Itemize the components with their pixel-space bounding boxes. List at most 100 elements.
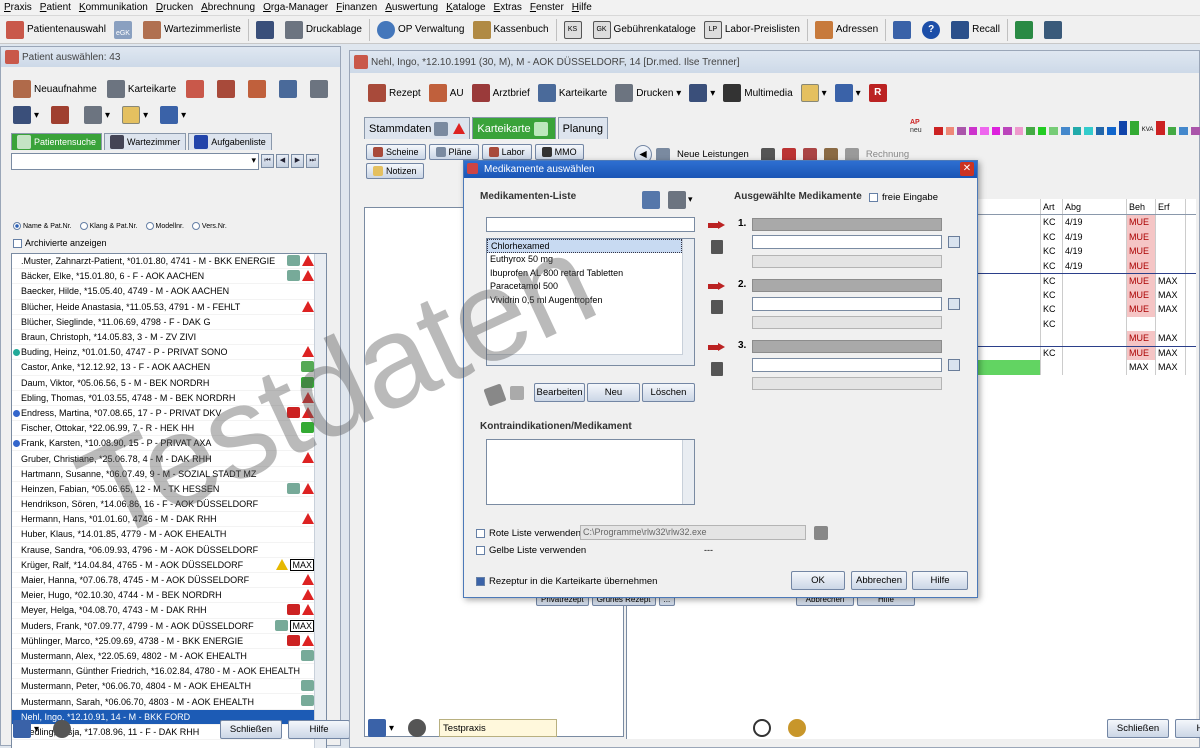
patient-row[interactable]: Castor, Anke, *12.12.92, 13 - F - AOK AA… (12, 360, 316, 376)
menu-item-11[interactable]: Hilfe (568, 2, 596, 13)
plaene-button[interactable]: Pläne (428, 144, 479, 160)
network-button[interactable] (889, 18, 918, 42)
adressen-button[interactable]: Adressen (811, 18, 882, 42)
slot-3-input[interactable] (752, 358, 942, 372)
patient-row[interactable]: Krüger, Ralf, *14.04.84, 4765 - M - AOK … (12, 558, 316, 573)
prev-page-button[interactable]: ◀ (276, 154, 289, 168)
help-button[interactable]: ? (918, 18, 947, 42)
export-dropdown[interactable]: ▾ (9, 717, 43, 741)
medication-list-scrollbar[interactable] (682, 239, 694, 365)
print-orange-button[interactable] (244, 77, 273, 101)
menu-item-6[interactable]: Finanzen (332, 2, 381, 13)
patient-person-button[interactable] (182, 77, 211, 101)
praxis-field[interactable]: Testpraxis (439, 719, 558, 737)
remove-slot-2-trash-icon[interactable] (711, 300, 723, 314)
edit-slot-3-icon[interactable] (948, 359, 960, 371)
patient-row[interactable]: Fischer, Ottokar, *22.06.99, 7 - R - HEK… (12, 421, 316, 437)
menu-item-5[interactable]: Orga-Manager (259, 2, 332, 13)
gelbe-liste-checkbox[interactable]: Gelbe Liste verwenden (476, 545, 586, 556)
patient-row[interactable]: Bäcker, Elke, *15.01.80, 6 - F - AOK AAC… (12, 269, 316, 285)
op-verwaltung-button[interactable]: OP Verwaltung (373, 18, 469, 42)
drucken-dropdown[interactable]: Drucken ▾ (611, 81, 685, 105)
add-person-button[interactable] (47, 103, 76, 127)
clock-button[interactable] (749, 716, 778, 740)
exit-button[interactable] (1011, 18, 1040, 42)
radio-versnr[interactable]: Vers.Nr. (191, 222, 227, 230)
radio-name-patnr[interactable]: Name & Pat.Nr. (13, 222, 72, 230)
labor-preislisten-button[interactable]: LP Labor-Preislisten (700, 18, 804, 42)
first-page-button[interactable]: ⏮ (261, 154, 274, 168)
dental-chair-button[interactable] (252, 18, 281, 42)
patient-row[interactable]: Braun, Christoph, *14.05.83, 3 - M - ZV … (12, 330, 316, 346)
patient-search-input[interactable]: ▾ (11, 153, 259, 170)
au-button[interactable]: AU (425, 81, 468, 105)
patient-row[interactable]: Hermann, Hans, *01.01.60, 4746 - M - DAK… (12, 512, 316, 528)
archived-checkbox[interactable]: Archivierte anzeigen (13, 238, 107, 248)
patient-row[interactable]: Muders, Frank, *07.09.77, 4799 - M - AOK… (12, 619, 316, 634)
print-dropdown-icon[interactable] (668, 191, 686, 209)
loeschen-button[interactable]: Löschen (642, 383, 695, 402)
chair-dropdown[interactable]: ▾ (9, 103, 43, 127)
rote-liste-checkbox[interactable]: Rote Liste verwenden (476, 528, 581, 539)
edit-slot-2-icon[interactable] (948, 298, 960, 310)
tab-stammdaten[interactable]: Stammdaten (364, 117, 471, 139)
patient-row[interactable]: Ebling, Thomas, *01.03.55, 4748 - M - BE… (12, 391, 316, 406)
schliessen-button[interactable]: Schließen (220, 719, 283, 739)
settings-button[interactable] (49, 717, 78, 741)
menu-item-4[interactable]: Abrechnung (197, 2, 259, 13)
rezeptur-checkbox[interactable]: Rezeptur in die Karteikarte übernehmen (476, 576, 657, 587)
medication-item[interactable]: Paracetamol 500 (487, 280, 682, 294)
patient-row[interactable]: Huber, Klaus, *14.01.85, 4779 - M - AOK … (12, 527, 316, 543)
rezept-button[interactable]: Rezept (364, 81, 425, 105)
export-dropdown[interactable]: ▾ (831, 81, 865, 105)
mmo-button[interactable]: MMO (534, 144, 584, 160)
tab-planung[interactable]: Planung (557, 117, 608, 139)
remove-slot-1-trash-icon[interactable] (711, 240, 723, 254)
ok-button[interactable]: OK (791, 571, 845, 590)
medication-list-hscrollbar[interactable] (487, 354, 683, 365)
browse-folder-icon[interactable] (814, 526, 828, 540)
print-red-button[interactable] (213, 77, 242, 101)
patient-row[interactable]: Meier, Hugo, *02.10.30, 4744 - M - BEK N… (12, 588, 316, 604)
patient-row[interactable]: Frank, Karsten, *10.08.90, 15 - P - PRIV… (12, 436, 316, 452)
rx-button[interactable]: R (865, 81, 894, 105)
patient-row[interactable]: Gruber, Christiane, *25.06.78, 4 - M - D… (12, 451, 316, 467)
freie-eingabe-checkbox[interactable]: freie Eingabe (869, 192, 938, 203)
close-icon[interactable]: ✕ (960, 162, 974, 176)
trash-bin-icon[interactable] (642, 191, 660, 209)
signature-button[interactable] (1040, 18, 1069, 42)
multimedia-button[interactable]: Multimedia (719, 81, 796, 105)
patient-row[interactable]: Hartmann, Susanne, *06.07.49, 9 - M - SO… (12, 467, 316, 482)
patient-row[interactable]: Daum, Viktor, *05.06.56, 5 - M - BEK NOR… (12, 376, 316, 391)
patient-row[interactable]: Meyer, Helga, *04.08.70, 4743 - M - DAK … (12, 603, 316, 619)
patient-row[interactable]: Hendrikson, Sören, *14.06.86, 16 - F - A… (12, 497, 316, 513)
patient-row[interactable]: Baecker, Hilde, *15.05.40, 4749 - M - AO… (12, 284, 316, 300)
settings-button[interactable] (404, 716, 433, 740)
patient-row[interactable]: Mustermann, Alex, *22.05.69, 4802 - M - … (12, 649, 316, 665)
record-schliessen-button[interactable]: Schließen (1107, 718, 1170, 738)
medication-item[interactable]: Chlorhexamed (487, 239, 682, 253)
patient-row[interactable]: Mustermann, Sarah, *06.06.70, 4803 - M -… (12, 694, 316, 710)
egk-button[interactable]: eGK (110, 18, 139, 42)
coins-button[interactable] (784, 716, 813, 740)
karteikarte-print-button[interactable]: Karteikarte (534, 81, 611, 105)
patient-row[interactable]: Blücher, Sieglinde, *11.06.69, 4798 - F … (12, 315, 316, 330)
menu-item-3[interactable]: Drucken (152, 2, 197, 13)
menu-item-10[interactable]: Fenster (526, 2, 568, 13)
labor-button[interactable]: Labor (481, 144, 532, 160)
next-page-button[interactable]: ▶ (291, 154, 304, 168)
checklist-dropdown[interactable]: ▾ (118, 103, 152, 127)
bearbeiten-button[interactable]: Bearbeiten (534, 383, 585, 402)
patient-row[interactable]: Heinzen, Fabian, *05.06.65, 12 - M - TK … (12, 482, 316, 497)
abbrechen-button[interactable]: Abbrechen (851, 571, 907, 590)
medication-item[interactable]: Vividrin 0,5 ml Augentropfen (487, 293, 682, 307)
kontraindikationen-textarea[interactable] (486, 439, 695, 505)
tab-karteikarte[interactable]: Karteikarte (472, 117, 556, 139)
gebuehrenkataloge-button[interactable]: GK Gebührenkataloge (589, 18, 700, 42)
slot-1-input[interactable] (752, 235, 942, 249)
print-gray-button[interactable] (306, 77, 335, 101)
neuaufnahme-button[interactable]: Neuaufnahme (9, 77, 101, 101)
chair-dropdown[interactable]: ▾ (685, 81, 719, 105)
scheine-button[interactable]: Scheine (366, 144, 426, 160)
hilfe-button[interactable]: Hilfe (288, 719, 351, 739)
